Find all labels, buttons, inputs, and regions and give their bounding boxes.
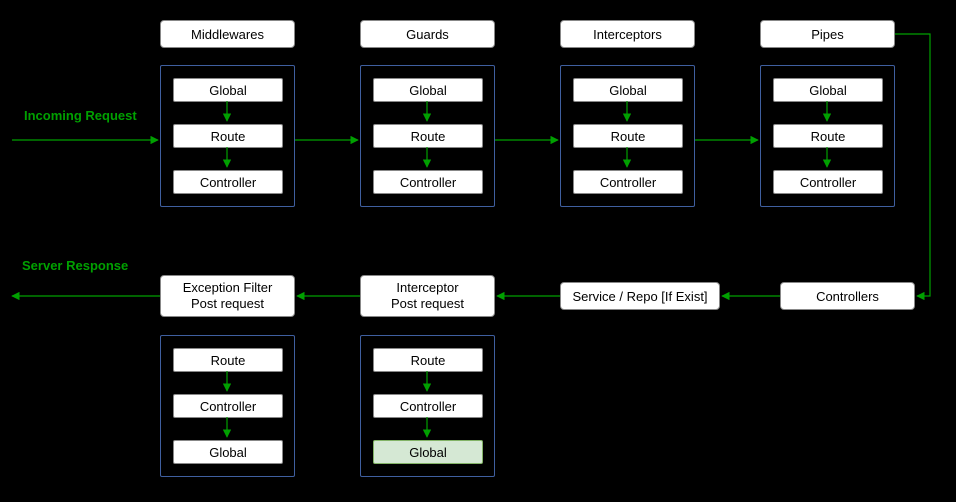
guards-global: Global <box>373 78 483 102</box>
interceptors-controller: Controller <box>573 170 683 194</box>
exception-filter-controller: Controller <box>173 394 283 418</box>
interceptor-post-controller: Controller <box>373 394 483 418</box>
middlewares-controller: Controller <box>173 170 283 194</box>
pipes-controller: Controller <box>773 170 883 194</box>
interceptors-title: Interceptors <box>560 20 695 48</box>
interceptor-post-l2: Post request <box>391 296 464 312</box>
incoming-request-label: Incoming Request <box>24 108 137 123</box>
interceptors-global: Global <box>573 78 683 102</box>
exception-filter-l1: Exception Filter <box>183 280 273 296</box>
guards-route: Route <box>373 124 483 148</box>
exception-filter-panel: Route Controller Global <box>160 335 295 477</box>
interceptor-post-panel: Route Controller Global <box>360 335 495 477</box>
middlewares-panel: Global Route Controller <box>160 65 295 207</box>
interceptor-post-l1: Interceptor <box>391 280 464 296</box>
pipes-panel: Global Route Controller <box>760 65 895 207</box>
exception-filter-title: Exception Filter Post request <box>160 275 295 317</box>
guards-controller: Controller <box>373 170 483 194</box>
interceptor-post-global: Global <box>373 440 483 464</box>
diagram-canvas: Incoming Request Server Response Middlew… <box>0 0 956 502</box>
middlewares-global: Global <box>173 78 283 102</box>
service-repo-title: Service / Repo [If Exist] <box>560 282 720 310</box>
guards-title: Guards <box>360 20 495 48</box>
interceptors-panel: Global Route Controller <box>560 65 695 207</box>
middlewares-route: Route <box>173 124 283 148</box>
interceptors-route: Route <box>573 124 683 148</box>
exception-filter-global: Global <box>173 440 283 464</box>
server-response-label: Server Response <box>22 258 128 273</box>
interceptor-post-title: Interceptor Post request <box>360 275 495 317</box>
pipes-title: Pipes <box>760 20 895 48</box>
guards-panel: Global Route Controller <box>360 65 495 207</box>
middlewares-title: Middlewares <box>160 20 295 48</box>
exception-filter-l2: Post request <box>183 296 273 312</box>
pipes-global: Global <box>773 78 883 102</box>
controllers-title: Controllers <box>780 282 915 310</box>
exception-filter-route: Route <box>173 348 283 372</box>
pipes-route: Route <box>773 124 883 148</box>
interceptor-post-route: Route <box>373 348 483 372</box>
